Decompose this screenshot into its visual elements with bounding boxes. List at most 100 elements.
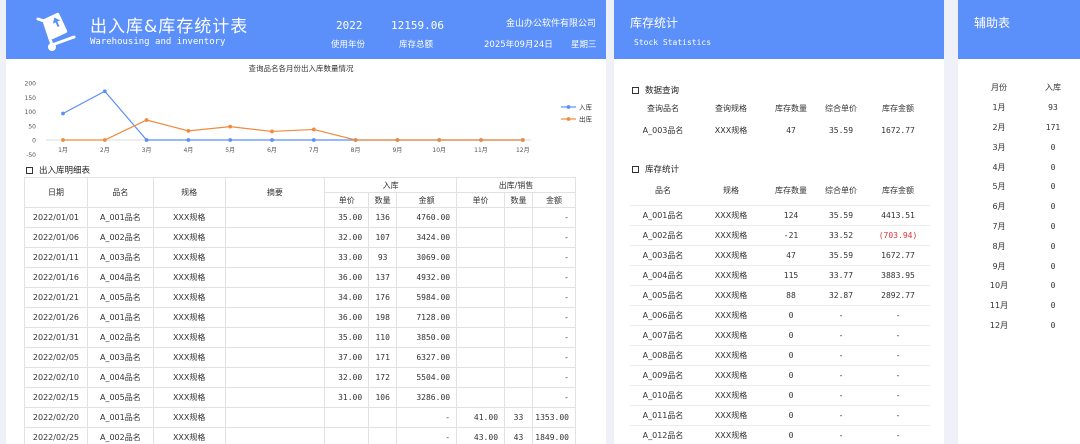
cell-name: A_002品名 xyxy=(86,327,154,348)
cell-out-price xyxy=(456,307,506,328)
aux-header: 入库 xyxy=(1045,83,1061,93)
cell-out-price xyxy=(456,227,506,248)
stock-cell: - xyxy=(866,404,930,425)
cell-out-amount: - xyxy=(531,367,577,388)
query-header: 查询规格 xyxy=(715,103,747,113)
legend-label: 出库 xyxy=(579,115,593,124)
aux-row: 12月 0 xyxy=(972,316,1080,336)
x-tick-label: 4月 xyxy=(183,147,193,154)
cell-spec: XXX规格 xyxy=(152,247,226,268)
stock-cell: 0 xyxy=(766,424,816,444)
aux-panel: 辅助表 月份 入库 1月 93 2月 171 3月 0 4月 0 5月 0 6月 0 7月 0 8月 0 9月 0 1… xyxy=(958,0,1080,444)
aux-cell: 0 xyxy=(1050,261,1056,271)
cell-date: 2022/01/31 xyxy=(24,327,88,348)
stock-cell: 0 xyxy=(766,404,816,425)
cell-in-price: 33.00 xyxy=(324,247,370,268)
cell-memo xyxy=(224,207,326,228)
stock-cell: 4413.51 xyxy=(866,204,930,225)
x-tick-label: 7月 xyxy=(309,147,319,154)
monthly-chart: 查询品名各月份出入库数量情况 200 150 100 50 0 -50 1月 2月 3月 4月 5月… xyxy=(25,63,593,157)
cell-out-price xyxy=(456,367,506,388)
detail-row: 2022/01/26 A_001品名 XXX规格 36.00 198 7128.00 - xyxy=(24,307,577,328)
cell-spec: XXX规格 xyxy=(152,387,226,408)
cell-name: A_005品名 xyxy=(86,387,154,408)
data-point xyxy=(61,111,65,116)
total-label: 库存总额 xyxy=(399,40,434,50)
data-point xyxy=(270,129,274,134)
detail-row: 2022/01/16 A_004品名 XXX规格 36.00 137 4932.00 - xyxy=(24,267,577,288)
data-point xyxy=(437,138,442,142)
col-out-amount: 金额 xyxy=(531,192,577,208)
cell-name: A_003品名 xyxy=(86,247,154,268)
stock-cell: - xyxy=(866,324,930,345)
cell-out-amount: - xyxy=(531,287,577,308)
stock-cell: - xyxy=(866,364,930,385)
stock-cell: A_002品名 xyxy=(630,224,696,245)
stock-cell: 0 xyxy=(766,344,816,365)
detail-row: 2022/02/25 A_002品名 XXX规格 -43.00 43 1849.00 xyxy=(24,427,577,444)
data-point xyxy=(228,138,233,142)
cell-spec: XXX规格 xyxy=(152,267,226,288)
cell-out-price: 41.00 xyxy=(456,407,506,428)
cell-memo xyxy=(224,387,326,408)
cell-date: 2022/01/06 xyxy=(24,227,88,248)
col-in-amount: 金额 xyxy=(396,192,458,208)
cell-out-qty: 33 xyxy=(504,407,533,428)
stock-cell: - xyxy=(816,404,866,425)
stock-row: A_004品名 XXX规格 115 33.77 3883.95 xyxy=(630,264,930,285)
y-tick-label: 200 xyxy=(25,81,37,88)
y-tick-label: 0 xyxy=(32,138,36,145)
stock-cell: XXX规格 xyxy=(696,384,766,405)
data-point xyxy=(479,138,483,142)
x-tick-label: 2月 xyxy=(100,147,110,154)
stock-cell: XXX规格 xyxy=(696,284,766,305)
query-header: 库存数量 xyxy=(775,103,807,113)
stock-cell: XXX规格 xyxy=(696,224,766,245)
stock-cell: XXX规格 xyxy=(696,244,766,265)
aux-cell: 2月 xyxy=(992,122,1006,132)
stock-cell: -21 xyxy=(766,224,816,245)
section-square-icon xyxy=(632,165,639,173)
stock-row: A_003品名 XXX规格 47 35.59 1672.77 xyxy=(630,244,930,265)
cell-spec: XXX规格 xyxy=(152,307,226,328)
x-tick-label: 1月 xyxy=(58,147,68,154)
cell-in-price: 35.00 xyxy=(324,327,370,348)
stock-cell: A_004品名 xyxy=(630,264,696,285)
stock-cell: - xyxy=(816,424,866,444)
current-weekday: 星期三 xyxy=(571,40,597,50)
cell-name: A_002品名 xyxy=(86,427,154,444)
stat-header: 品名 xyxy=(655,186,671,196)
data-point xyxy=(61,138,65,142)
aux-cell: 9月 xyxy=(992,261,1006,271)
aux-cell: 0 xyxy=(1050,241,1056,251)
stock-header: 库存统计 Stock Statistics xyxy=(614,0,944,59)
stock-cell: 35.59 xyxy=(816,204,866,225)
detail-row: 2022/01/11 A_003品名 XXX规格 33.00 93 3069.00 - xyxy=(24,247,577,268)
cell-out-amount: - xyxy=(531,227,577,248)
stock-cell: A_011品名 xyxy=(630,404,696,425)
stock-cell: XXX规格 xyxy=(696,264,766,285)
hand-truck-icon xyxy=(36,12,76,51)
stock-cell: 0 xyxy=(766,304,816,325)
data-point xyxy=(311,138,316,142)
col-in-qty: 数量 xyxy=(368,192,398,208)
detail-row: 2022/02/20 A_001品名 XXX规格 -41.00 33 1353.00 xyxy=(24,407,577,428)
stock-cell: A_012品名 xyxy=(630,424,696,444)
cell-out-amount: - xyxy=(531,347,577,368)
cell-in-price: 36.00 xyxy=(324,267,370,288)
aux-header: 辅助表 xyxy=(958,0,1080,59)
aux-cell: 8月 xyxy=(992,241,1006,251)
cell-spec: XXX规格 xyxy=(152,327,226,348)
aux-row: 7月 0 xyxy=(972,217,1080,237)
cell-in-amount: 3424.00 xyxy=(396,227,458,248)
y-tick-label: 150 xyxy=(25,95,37,102)
aux-row: 2月 171 xyxy=(972,118,1080,138)
cell-in-price: 31.00 xyxy=(324,387,370,408)
detail-section-title: 出入库明细表 xyxy=(26,164,90,176)
cell-memo xyxy=(224,427,326,444)
stock-cell: A_010品名 xyxy=(630,384,696,405)
stock-cell: 124 xyxy=(766,204,816,225)
aux-row: 1月 93 xyxy=(972,98,1080,118)
cell-name: A_004品名 xyxy=(86,267,154,288)
cell-name: A_005品名 xyxy=(86,287,154,308)
